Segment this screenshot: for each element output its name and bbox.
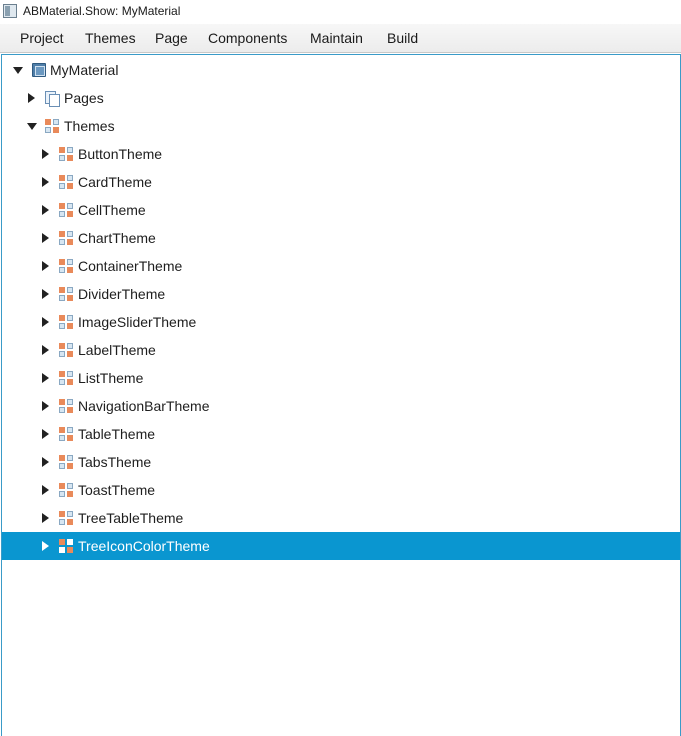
collapse-arrow-icon[interactable] bbox=[42, 373, 49, 383]
tree-node-label: LabelTheme bbox=[78, 342, 156, 358]
book-icon bbox=[32, 63, 46, 77]
menu-page[interactable]: Page bbox=[155, 30, 188, 46]
tree-node-label: ImageSliderTheme bbox=[78, 314, 197, 330]
collapse-arrow-icon[interactable] bbox=[42, 233, 49, 243]
theme-grid-icon bbox=[45, 119, 59, 133]
tree-node-label: CellTheme bbox=[78, 202, 146, 218]
tree-node-theme[interactable]: NavigationBarTheme bbox=[2, 392, 680, 420]
tree-node-theme[interactable]: CellTheme bbox=[2, 196, 680, 224]
tree-node-label: ChartTheme bbox=[78, 230, 156, 246]
collapse-arrow-icon[interactable] bbox=[42, 289, 49, 299]
collapse-arrow-icon[interactable] bbox=[42, 485, 49, 495]
tree-node-theme[interactable]: TreeIconColorTheme bbox=[2, 532, 680, 560]
theme-grid-icon bbox=[59, 455, 73, 469]
collapse-arrow-icon[interactable] bbox=[42, 429, 49, 439]
tree-node-theme[interactable]: LabelTheme bbox=[2, 336, 680, 364]
tree-node-label: ToastTheme bbox=[78, 482, 156, 498]
tree-node-theme[interactable]: TreeTableTheme bbox=[2, 504, 680, 532]
tree-node-label: NavigationBarTheme bbox=[78, 398, 210, 414]
collapse-arrow-icon[interactable] bbox=[28, 93, 35, 103]
theme-grid-icon bbox=[59, 371, 73, 385]
collapse-arrow-icon[interactable] bbox=[42, 205, 49, 215]
tree-node-label: Themes bbox=[64, 118, 115, 134]
theme-grid-icon bbox=[59, 147, 73, 161]
theme-grid-icon bbox=[59, 259, 73, 273]
tree-node-themes[interactable]: Themes bbox=[2, 112, 680, 140]
collapse-arrow-icon[interactable] bbox=[42, 149, 49, 159]
tree-node-theme[interactable]: ToastTheme bbox=[2, 476, 680, 504]
tree-node-theme[interactable]: DividerTheme bbox=[2, 280, 680, 308]
expand-arrow-icon[interactable] bbox=[13, 67, 23, 74]
tree-node-label: ListTheme bbox=[78, 370, 144, 386]
theme-grid-icon bbox=[59, 287, 73, 301]
tree-node-label: Pages bbox=[64, 90, 104, 106]
pages-icon bbox=[45, 91, 60, 107]
menu-build[interactable]: Build bbox=[387, 30, 418, 46]
theme-grid-icon bbox=[59, 539, 73, 553]
menu-project[interactable]: Project bbox=[20, 30, 64, 46]
tree-node-theme[interactable]: TabsTheme bbox=[2, 448, 680, 476]
theme-grid-icon bbox=[59, 231, 73, 245]
tree-node-label: ButtonTheme bbox=[78, 146, 163, 162]
tree-node-theme[interactable]: ContainerTheme bbox=[2, 252, 680, 280]
title-bar: ABMaterial.Show: MyMaterial bbox=[0, 0, 681, 24]
theme-grid-icon bbox=[59, 399, 73, 413]
menu-bar: Project Themes Page Components Maintain … bbox=[0, 24, 681, 53]
tree-node-root[interactable]: MyMaterial bbox=[2, 56, 680, 84]
tree-node-pages[interactable]: Pages bbox=[2, 84, 680, 112]
expand-arrow-icon[interactable] bbox=[27, 123, 37, 130]
tree-node-theme[interactable]: ListTheme bbox=[2, 364, 680, 392]
collapse-arrow-icon[interactable] bbox=[42, 457, 49, 467]
project-tree[interactable]: MyMaterial Pages Themes ButtonTheme CardT… bbox=[1, 54, 681, 736]
tree-node-label: TreeTableTheme bbox=[78, 510, 184, 526]
tree-node-theme[interactable]: ChartTheme bbox=[2, 224, 680, 252]
window-title: ABMaterial.Show: MyMaterial bbox=[23, 4, 181, 18]
tree-node-label: TableTheme bbox=[78, 426, 156, 442]
collapse-arrow-icon[interactable] bbox=[42, 541, 49, 551]
collapse-arrow-icon[interactable] bbox=[42, 401, 49, 411]
collapse-arrow-icon[interactable] bbox=[42, 261, 49, 271]
app-window: ABMaterial.Show: MyMaterial Project Them… bbox=[0, 0, 681, 736]
theme-grid-icon bbox=[59, 343, 73, 357]
collapse-arrow-icon[interactable] bbox=[42, 345, 49, 355]
theme-grid-icon bbox=[59, 483, 73, 497]
menu-components[interactable]: Components bbox=[208, 30, 287, 46]
tree-node-label: TabsTheme bbox=[78, 454, 152, 470]
collapse-arrow-icon[interactable] bbox=[42, 177, 49, 187]
tree-node-theme[interactable]: TableTheme bbox=[2, 420, 680, 448]
theme-grid-icon bbox=[59, 315, 73, 329]
theme-grid-icon bbox=[59, 427, 73, 441]
tree-node-theme[interactable]: ButtonTheme bbox=[2, 140, 680, 168]
tree-node-label: ContainerTheme bbox=[78, 258, 183, 274]
menu-maintain[interactable]: Maintain bbox=[310, 30, 363, 46]
theme-grid-icon bbox=[59, 511, 73, 525]
app-icon bbox=[3, 4, 17, 18]
collapse-arrow-icon[interactable] bbox=[42, 513, 49, 523]
tree-node-label: TreeIconColorTheme bbox=[78, 538, 210, 554]
tree-node-theme[interactable]: CardTheme bbox=[2, 168, 680, 196]
theme-grid-icon bbox=[59, 175, 73, 189]
collapse-arrow-icon[interactable] bbox=[42, 317, 49, 327]
tree-node-label: MyMaterial bbox=[50, 62, 119, 78]
tree-node-theme[interactable]: ImageSliderTheme bbox=[2, 308, 680, 336]
menu-themes[interactable]: Themes bbox=[85, 30, 136, 46]
tree-node-label: CardTheme bbox=[78, 174, 152, 190]
theme-grid-icon bbox=[59, 203, 73, 217]
tree-node-label: DividerTheme bbox=[78, 286, 166, 302]
